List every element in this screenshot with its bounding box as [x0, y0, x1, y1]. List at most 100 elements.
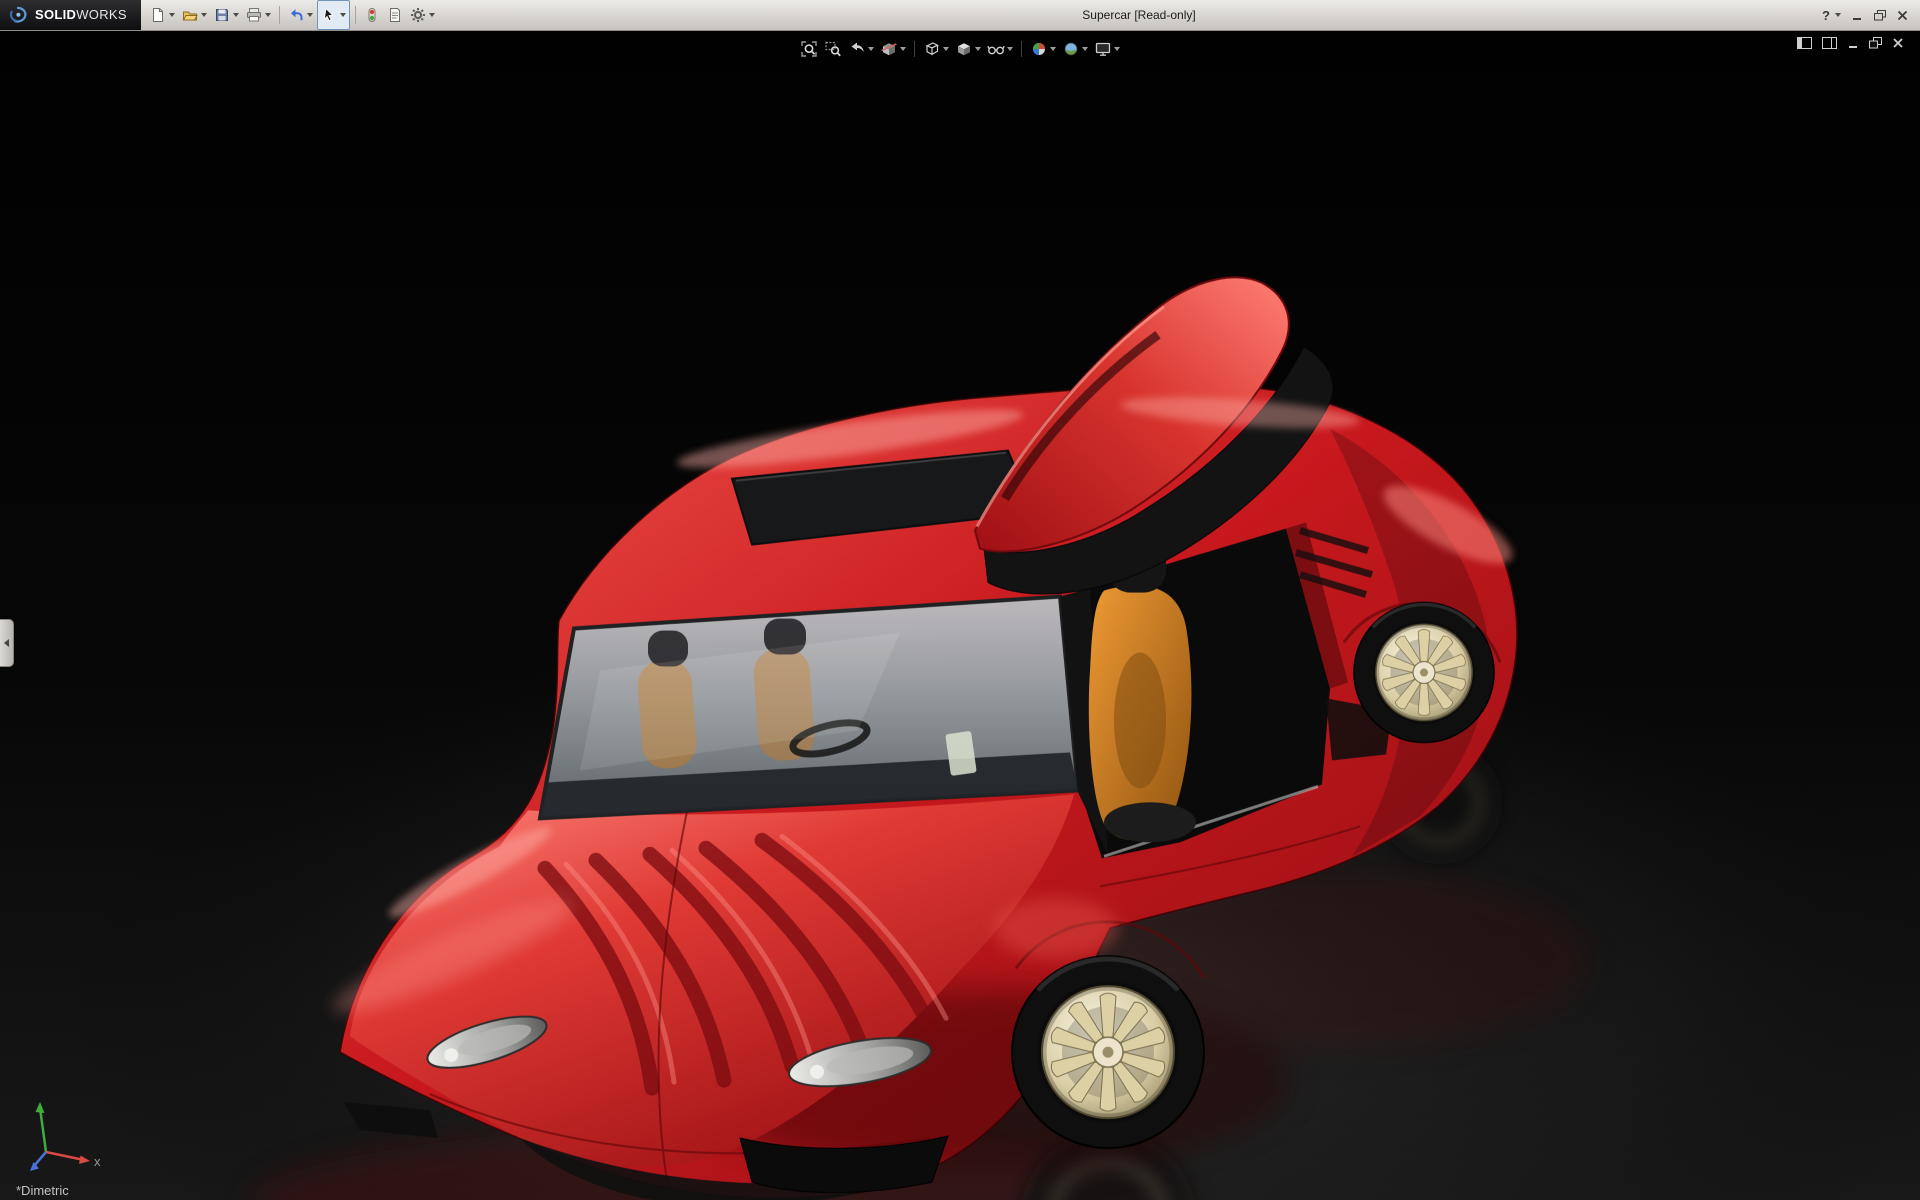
view-orientation-label: *Dimetric [16, 1183, 69, 1198]
hide-show-items-button[interactable] [985, 38, 1015, 60]
feature-manager-pane-button[interactable] [1797, 37, 1812, 49]
view-orientation-icon [923, 40, 941, 58]
feature-manager-pane-icon [1797, 37, 1812, 49]
new-document-icon [150, 7, 166, 23]
brand-logo: SOLIDWORKS [0, 0, 141, 30]
triad-x-label: x [94, 1154, 101, 1169]
options-button[interactable] [407, 1, 438, 29]
restore-down-icon [1874, 10, 1886, 21]
reference-triad: x [10, 1092, 110, 1180]
panel-collapse-tab[interactable] [0, 619, 14, 667]
hide-show-items-glasses-icon [987, 40, 1005, 58]
new-document-button[interactable] [147, 1, 178, 29]
heads-up-separator [914, 41, 915, 57]
view-orientation-button[interactable] [921, 38, 951, 60]
toolbar-separator [355, 6, 356, 24]
close-button[interactable] [1897, 10, 1908, 21]
dassault-3ds-logo-icon [8, 6, 28, 24]
3d-model-canvas[interactable] [0, 31, 1920, 1200]
undo-button[interactable] [285, 1, 316, 29]
section-view-icon [880, 40, 898, 58]
apply-scene-button[interactable] [1060, 38, 1090, 60]
standard-toolbar [141, 0, 444, 30]
view-settings-icon [1094, 40, 1112, 58]
view-orientation-dropdown-caret[interactable] [943, 47, 949, 51]
display-pane-icon [1822, 37, 1837, 49]
toolbar-separator [279, 6, 280, 24]
close-document-icon [1892, 37, 1904, 49]
options-gear-icon [410, 7, 426, 23]
apply-scene-dropdown-caret[interactable] [1082, 47, 1088, 51]
section-view-dropdown-caret[interactable] [900, 47, 906, 51]
print-icon [246, 7, 262, 23]
display-style-dropdown-caret[interactable] [975, 47, 981, 51]
display-style-icon [955, 40, 973, 58]
open-button[interactable] [179, 1, 210, 29]
front-wheel [1012, 956, 1204, 1148]
save-button[interactable] [211, 1, 242, 29]
document-window-controls [1797, 37, 1904, 49]
select-button[interactable] [317, 0, 350, 30]
select-cursor-icon [321, 7, 337, 23]
view-settings-button[interactable] [1092, 38, 1122, 60]
save-icon [214, 7, 230, 23]
help-glyph: ? [1822, 8, 1830, 23]
zoom-to-fit-button[interactable] [798, 38, 820, 60]
rear-wheel [1354, 602, 1494, 742]
rebuild-traffic-light-icon [364, 7, 380, 23]
undo-dropdown-caret[interactable] [307, 13, 313, 17]
minimize-button[interactable] [1852, 10, 1863, 21]
restore-button[interactable] [1874, 10, 1886, 21]
new-document-dropdown-caret[interactable] [169, 13, 175, 17]
zoom-to-area-icon [824, 40, 842, 58]
open-dropdown-caret[interactable] [201, 13, 207, 17]
hide-show-items-dropdown-caret[interactable] [1007, 47, 1013, 51]
restore-document-icon [1869, 37, 1882, 49]
seat-cushion [1104, 802, 1196, 842]
print-dropdown-caret[interactable] [265, 13, 271, 17]
brand-name-bold: SOLID [35, 7, 76, 22]
graphics-viewport[interactable]: x *Dimetric [0, 31, 1920, 1200]
display-pane-button[interactable] [1822, 37, 1837, 49]
rebuild-button[interactable] [361, 1, 383, 29]
display-style-button[interactable] [953, 38, 983, 60]
print-button[interactable] [243, 1, 274, 29]
collapse-arrow-icon [4, 639, 9, 647]
view-settings-dropdown-caret[interactable] [1114, 47, 1120, 51]
window-title: Supercar [Read-only] [1082, 8, 1195, 22]
zoom-to-fit-icon [800, 40, 818, 58]
options-dropdown-caret[interactable] [429, 13, 435, 17]
previous-view-icon [848, 40, 866, 58]
restore-document-button[interactable] [1869, 37, 1882, 49]
minimize-document-button[interactable] [1847, 37, 1859, 49]
windshield [540, 597, 1078, 819]
save-dropdown-caret[interactable] [233, 13, 239, 17]
select-dropdown-caret[interactable] [340, 13, 346, 17]
close-icon [1897, 10, 1908, 21]
brand-name-light: WORKS [76, 7, 127, 22]
triad-y-arrow [36, 1102, 45, 1113]
file-properties-icon [387, 7, 403, 23]
previous-view-dropdown-caret[interactable] [868, 47, 874, 51]
previous-view-button[interactable] [846, 38, 876, 60]
heads-up-toolbar [798, 38, 1122, 60]
window-controls: ? [1822, 8, 1920, 23]
open-folder-icon [182, 7, 198, 23]
close-document-button[interactable] [1892, 37, 1904, 49]
triad-x-arrow [79, 1156, 90, 1165]
help-button[interactable]: ? [1822, 8, 1841, 23]
help-dropdown-caret[interactable] [1835, 13, 1841, 17]
titlebar: SOLIDWORKS [0, 0, 1920, 31]
edit-appearance-ball-icon [1030, 40, 1048, 58]
edit-appearance-dropdown-caret[interactable] [1050, 47, 1056, 51]
zoom-to-area-button[interactable] [822, 38, 844, 60]
minimize-document-icon [1847, 37, 1859, 49]
file-properties-button[interactable] [384, 1, 406, 29]
undo-icon [288, 7, 304, 23]
edit-appearance-button[interactable] [1028, 38, 1058, 60]
minimize-icon [1852, 10, 1863, 21]
apply-scene-icon [1062, 40, 1080, 58]
seat-bolster [1114, 652, 1166, 788]
section-view-button[interactable] [878, 38, 908, 60]
brand-name: SOLIDWORKS [35, 6, 127, 24]
